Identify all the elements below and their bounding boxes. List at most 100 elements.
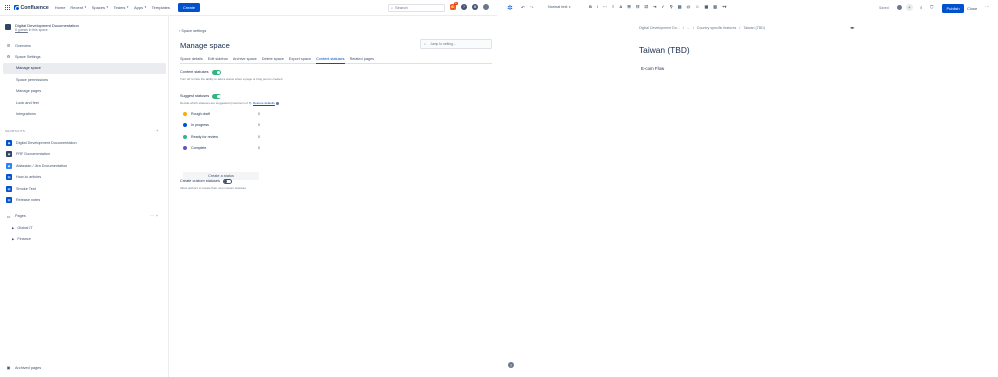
text-style-select[interactable]: Normal text ▼ bbox=[548, 5, 571, 9]
page-tree-item-global-it[interactable]: ▶ Global IT bbox=[3, 222, 166, 233]
sidebar-item-pages[interactable]: ▭ Pages ··· + bbox=[3, 211, 166, 222]
expand-width-icon[interactable]: ◂▸ bbox=[850, 25, 854, 31]
nav-recent[interactable]: Recent ▼ bbox=[70, 5, 86, 10]
page-tree-item-finance[interactable]: ▶ Finance bbox=[3, 234, 166, 245]
search-input[interactable]: ⌕ Search bbox=[388, 4, 445, 12]
more-actions-icon[interactable]: ··· bbox=[985, 4, 989, 9]
bullet-list-icon[interactable]: ☰ bbox=[627, 4, 631, 9]
nav-home[interactable]: Home bbox=[55, 5, 66, 10]
sidebar-item-archived[interactable]: ▣ Archived pages bbox=[3, 362, 166, 373]
editor-body-text[interactable]: E-com Flow bbox=[641, 66, 664, 71]
nav-apps[interactable]: Apps ▼ bbox=[134, 5, 147, 10]
notification-badge: 9+ bbox=[453, 1, 458, 5]
space-icon: ◆ bbox=[6, 162, 12, 169]
space-header[interactable]: Digital Development Documentation 8 gues… bbox=[5, 23, 79, 33]
jump-to-setting-input[interactable]: ⌕ Jump to setting... bbox=[420, 39, 492, 49]
shortcut-item[interactable]: ◉ FRF Documentation bbox=[3, 149, 166, 160]
text-color-icon[interactable]: A bbox=[619, 4, 622, 9]
status-row[interactable]: Complete 0 bbox=[183, 144, 260, 152]
emoji-icon[interactable]: ☺ bbox=[695, 4, 699, 9]
undo-icon[interactable]: ↶ bbox=[521, 5, 525, 11]
status-row[interactable]: Ready for review 0 bbox=[183, 133, 260, 141]
content-statuses-toggle[interactable] bbox=[211, 70, 221, 75]
publish-button[interactable]: Publish bbox=[942, 4, 965, 13]
tab-edit-sidebar[interactable]: Edit sidebar bbox=[208, 57, 228, 64]
breadcrumb-item[interactable]: ... bbox=[687, 26, 690, 30]
italic-icon[interactable]: I bbox=[597, 4, 598, 9]
nav-teams[interactable]: Teams ▼ bbox=[114, 5, 129, 10]
shortcut-item[interactable]: ▤ Smoke Test bbox=[3, 183, 166, 194]
create-button[interactable]: Create bbox=[177, 3, 200, 12]
editor-logo-icon[interactable]: ✲ bbox=[507, 4, 513, 12]
custom-statuses-section: Create custom statuses bbox=[180, 179, 232, 184]
guests-link[interactable]: 8 guests bbox=[15, 28, 28, 32]
task-list-icon[interactable]: ☑ bbox=[644, 4, 648, 9]
restore-defaults-link[interactable]: Restore defaults bbox=[253, 101, 275, 105]
tab-archive-space[interactable]: Archive space bbox=[233, 57, 257, 64]
tag-icon[interactable]: ⛉ bbox=[930, 5, 933, 10]
app-switcher-icon[interactable] bbox=[5, 5, 10, 10]
action-item-icon[interactable]: ✓ bbox=[661, 4, 664, 9]
chevron-right-icon[interactable]: ▶ bbox=[12, 226, 14, 230]
indent-icon[interactable]: ⇥ bbox=[653, 4, 656, 9]
breadcrumb-item[interactable]: Country specific features bbox=[697, 26, 737, 30]
confluence-logo[interactable]: Confluence bbox=[14, 5, 49, 11]
tab-space-details[interactable]: Space details bbox=[180, 57, 203, 64]
settings-tabs: Space details Edit sidebar Archive space… bbox=[180, 57, 492, 64]
sidebar-item-space-permissions[interactable]: Space permissions bbox=[3, 74, 166, 85]
nav-templates[interactable]: Templates bbox=[152, 5, 170, 10]
breadcrumb-item[interactable]: Digital Development Do... bbox=[639, 26, 680, 30]
shortcut-item[interactable]: ◆ Atlassian / Jira Documentation bbox=[3, 160, 166, 171]
sidebar-item-integrations[interactable]: Integrations bbox=[3, 109, 166, 120]
redo-icon[interactable]: ↷ bbox=[530, 5, 534, 11]
space-avatar bbox=[5, 23, 11, 30]
tab-export-space[interactable]: Export space bbox=[289, 57, 311, 64]
add-collaborator-icon[interactable]: + bbox=[906, 4, 913, 11]
table-icon[interactable]: ▦ bbox=[704, 4, 708, 9]
info-icon[interactable] bbox=[275, 101, 279, 105]
more-formatting-icon[interactable]: ··· bbox=[603, 4, 607, 9]
pages-more-icon[interactable]: ··· + bbox=[150, 214, 158, 218]
insert-plus-icon[interactable]: +▾ bbox=[722, 4, 726, 9]
tab-related-pages[interactable]: Related pages bbox=[350, 57, 375, 64]
add-shortcut-icon[interactable]: + bbox=[156, 128, 158, 133]
status-row[interactable]: Rough draft 0 bbox=[183, 110, 260, 118]
help-icon[interactable]: ? bbox=[508, 362, 514, 368]
breadcrumb-item[interactable]: Taiwan (TBD) bbox=[743, 26, 765, 30]
chevron-right-icon[interactable]: ▶ bbox=[12, 237, 14, 241]
content-statuses-section: Content statuses bbox=[180, 70, 221, 75]
custom-statuses-toggle[interactable] bbox=[222, 179, 232, 184]
collaborator-avatar[interactable] bbox=[896, 4, 903, 11]
close-button[interactable]: Close bbox=[967, 6, 977, 11]
shortcut-item[interactable]: ◉ Digital Development Documentation bbox=[3, 137, 166, 148]
tab-delete-space[interactable]: Delete space bbox=[262, 57, 284, 64]
space-settings-back-link[interactable]: ‹ Space settings bbox=[179, 29, 206, 33]
sidebar-item-space-settings[interactable]: ⚙ Space Settings bbox=[3, 51, 166, 62]
mention-icon[interactable]: @ bbox=[686, 4, 690, 9]
image-icon[interactable]: ▨ bbox=[678, 4, 682, 9]
confluence-logo-icon bbox=[14, 5, 20, 11]
settings-gear-icon[interactable]: ⚙ bbox=[472, 3, 478, 10]
shortcut-item[interactable]: ▤ How-to articles bbox=[3, 172, 166, 183]
editor-page-title[interactable]: Taiwan (TBD) bbox=[639, 45, 690, 55]
shortcut-item[interactable]: ▤ Release notes bbox=[3, 195, 166, 206]
text-align-icon[interactable]: ≡ bbox=[612, 4, 614, 9]
numbered-list-icon[interactable]: ☷ bbox=[636, 4, 640, 9]
notifications-icon[interactable]: 🔔 9+ bbox=[450, 1, 458, 10]
overview-icon: ☰ bbox=[6, 43, 11, 48]
suggest-statuses-toggle[interactable] bbox=[212, 94, 222, 99]
sidebar-item-look-and-feel[interactable]: Look and feel bbox=[3, 97, 166, 108]
sidebar-item-manage-space[interactable]: Manage space bbox=[3, 62, 166, 74]
bold-icon[interactable]: B bbox=[589, 4, 592, 9]
profile-avatar[interactable] bbox=[483, 3, 489, 10]
layout-icon[interactable]: ▥ bbox=[713, 4, 717, 9]
status-row[interactable]: In progress 0 bbox=[183, 121, 260, 129]
sidebar-item-manage-pages[interactable]: Manage pages bbox=[3, 86, 166, 97]
link-icon[interactable]: ⚲ bbox=[670, 4, 673, 9]
search-placeholder: Search bbox=[395, 5, 408, 11]
search-icon[interactable]: ⌕ bbox=[920, 5, 922, 10]
nav-spaces[interactable]: Spaces ▼ bbox=[92, 5, 109, 10]
sidebar-item-overview[interactable]: ☰ Overview bbox=[3, 40, 166, 51]
tab-content-statuses[interactable]: Content statuses bbox=[316, 57, 345, 64]
help-icon[interactable]: ? bbox=[461, 3, 467, 10]
